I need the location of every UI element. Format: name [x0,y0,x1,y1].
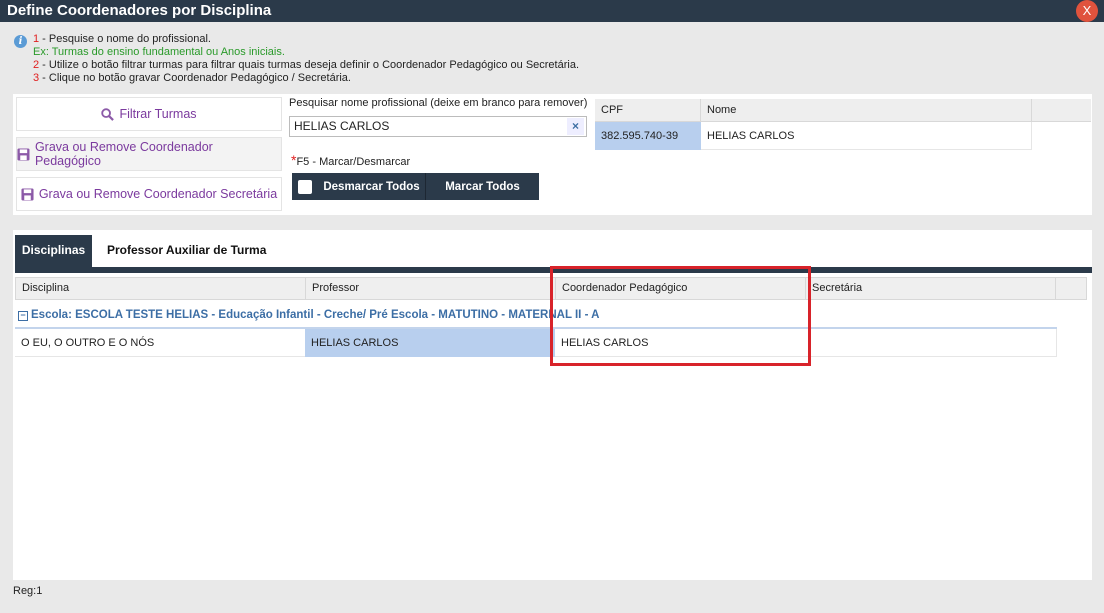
collapse-icon[interactable]: − [18,311,28,321]
window-title: Define Coordenadores por Disciplina [7,2,272,19]
highlight-annotation [550,266,811,366]
floppy-disk-icon [17,147,30,161]
column-header-disciplina[interactable]: Disciplina [16,278,306,299]
group-row[interactable]: − Escola: ESCOLA TESTE HELIAS - Educação … [15,309,1057,329]
instruction-3: 3 - Clique no botão gravar Coordenador P… [33,72,351,84]
cell-cpf: 382.595.740-39 [595,122,701,150]
save-coordinator-label: Grava ou Remove Coordenador Pedagógico [34,140,213,168]
search-icon [101,107,115,121]
group-label: Escola: ESCOLA TESTE HELIAS - Educação I… [31,309,600,321]
search-input[interactable]: HELIAS CARLOS × [289,116,587,137]
cell-nome: HELIAS CARLOS [701,122,1032,150]
shortcut-hint: *F5 - Marcar/Desmarcar [291,152,411,168]
record-count: Reg:1 [13,585,43,597]
column-header-nome[interactable]: Nome [701,99,1032,122]
top-panel: Filtrar Turmas Grava ou Remove Coordenad… [13,94,1092,215]
professional-table-header: CPF Nome [595,99,1091,122]
check-all-button[interactable]: Marcar Todos [426,173,539,200]
toggle-group: Desmarcar Todos Marcar Todos [292,173,539,200]
cell-secretaria [805,329,1057,357]
column-header-professor[interactable]: Professor [306,278,556,299]
instruction-example: Ex: Turmas do ensino fundamental ou Anos… [33,46,285,58]
clear-search-icon[interactable]: × [567,118,584,135]
search-label: Pesquisar nome profissional (deixe em br… [289,97,588,109]
uncheck-all-button[interactable]: Desmarcar Todos [318,173,426,200]
column-header-cpf[interactable]: CPF [595,99,701,122]
floppy-disk-icon [21,187,34,201]
cell-disciplina: O EU, O OUTRO E O NÓS [21,337,155,349]
save-coordinator-button[interactable]: Grava ou Remove Coordenador Pedagógico [16,137,282,171]
close-button[interactable]: X [1076,0,1098,22]
save-secretary-button[interactable]: Grava ou Remove Coordenador Secretária [16,177,282,211]
instruction-2: 2 - Utilize o botão filtrar turmas para … [33,59,580,71]
tab-professor-auxiliar[interactable]: Professor Auxiliar de Turma [107,235,266,267]
filter-classes-label: Filtrar Turmas [119,107,197,121]
table-row[interactable]: O EU, O OUTRO E O NÓS HELIAS CARLOS HELI… [15,329,1057,357]
instruction-1: 1 - Pesquise o nome do profissional. [33,33,211,45]
table-row[interactable]: 382.595.740-39 HELIAS CARLOS [595,122,1032,150]
info-icon: i [14,35,27,48]
select-all-checkbox[interactable] [292,173,318,200]
cell-professor: HELIAS CARLOS [305,329,555,357]
column-header-secretaria[interactable]: Secretária [806,278,1056,299]
save-secretary-label: Grava ou Remove Coordenador Secretária [38,187,278,201]
title-bar: Define Coordenadores por Disciplina X [0,0,1104,22]
filter-classes-button[interactable]: Filtrar Turmas [16,97,282,131]
tab-disciplinas[interactable]: Disciplinas [15,235,92,267]
search-value: HELIAS CARLOS [294,119,390,133]
